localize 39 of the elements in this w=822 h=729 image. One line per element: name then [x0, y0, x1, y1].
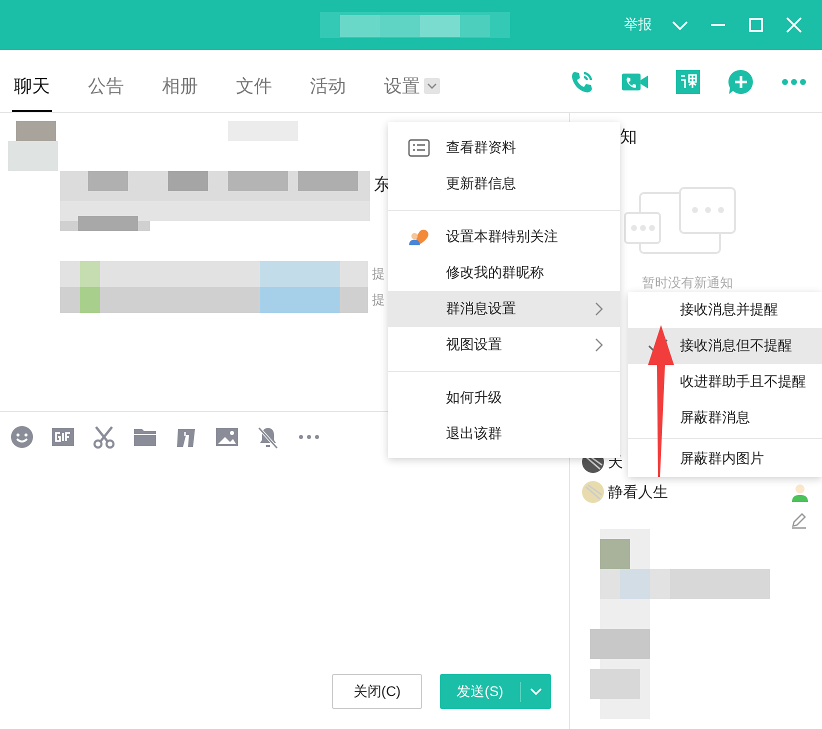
tab[interactable]: 公告: [86, 74, 126, 112]
member-name[interactable]: 静看人生: [608, 482, 668, 502]
menu-item[interactable]: 收进群助手且不提醒: [628, 364, 822, 400]
menu-item[interactable]: 接收消息但不提醒: [628, 328, 822, 364]
special-care-icon: [408, 228, 430, 246]
tab[interactable]: 活动: [308, 74, 348, 112]
close-icon[interactable]: [784, 15, 804, 35]
menu-item[interactable]: 屏蔽群消息: [628, 400, 822, 436]
menu-item[interactable]: 修改我的群昵称: [388, 255, 620, 291]
emoji-icon[interactable]: [10, 425, 34, 449]
menu-item[interactable]: 更新群信息: [388, 166, 620, 202]
notice-text: 提: [372, 291, 385, 309]
dropdown-icon[interactable]: [424, 78, 440, 94]
course-icon[interactable]: [674, 68, 702, 96]
add-icon[interactable]: [727, 68, 755, 96]
gif-icon[interactable]: [51, 425, 75, 449]
tab[interactable]: 聊天: [12, 74, 52, 112]
notice-text: 提: [372, 265, 385, 283]
menu-item[interactable]: 如何升级: [388, 380, 620, 416]
maximize-icon[interactable]: [746, 15, 766, 35]
menu-item[interactable]: 退出该群: [388, 416, 620, 452]
profile-card-icon: [408, 139, 430, 157]
scissors-icon[interactable]: [92, 425, 116, 449]
close-button[interactable]: 关闭(C): [332, 674, 422, 709]
muted-bell-icon[interactable]: [256, 425, 280, 449]
menu-item[interactable]: 查看群资料: [388, 130, 620, 166]
tab[interactable]: 相册: [160, 74, 200, 112]
person-icon: [790, 482, 810, 502]
pencil-icon[interactable]: [790, 511, 808, 529]
tab[interactable]: 设置: [382, 74, 442, 112]
menu-item[interactable]: 设置本群特别关注: [388, 219, 620, 255]
menu-item[interactable]: 屏蔽群内图片: [628, 441, 822, 477]
tab[interactable]: 文件: [234, 74, 274, 112]
menu-item[interactable]: 接收消息并提醒: [628, 292, 822, 328]
image-icon[interactable]: [215, 425, 239, 449]
empty-notice-text: 暂时没有新通知: [642, 274, 734, 292]
menu-item[interactable]: 视图设置: [388, 327, 620, 363]
menu-item[interactable]: 群消息设置: [388, 291, 620, 327]
panel-title: 知: [620, 126, 638, 148]
